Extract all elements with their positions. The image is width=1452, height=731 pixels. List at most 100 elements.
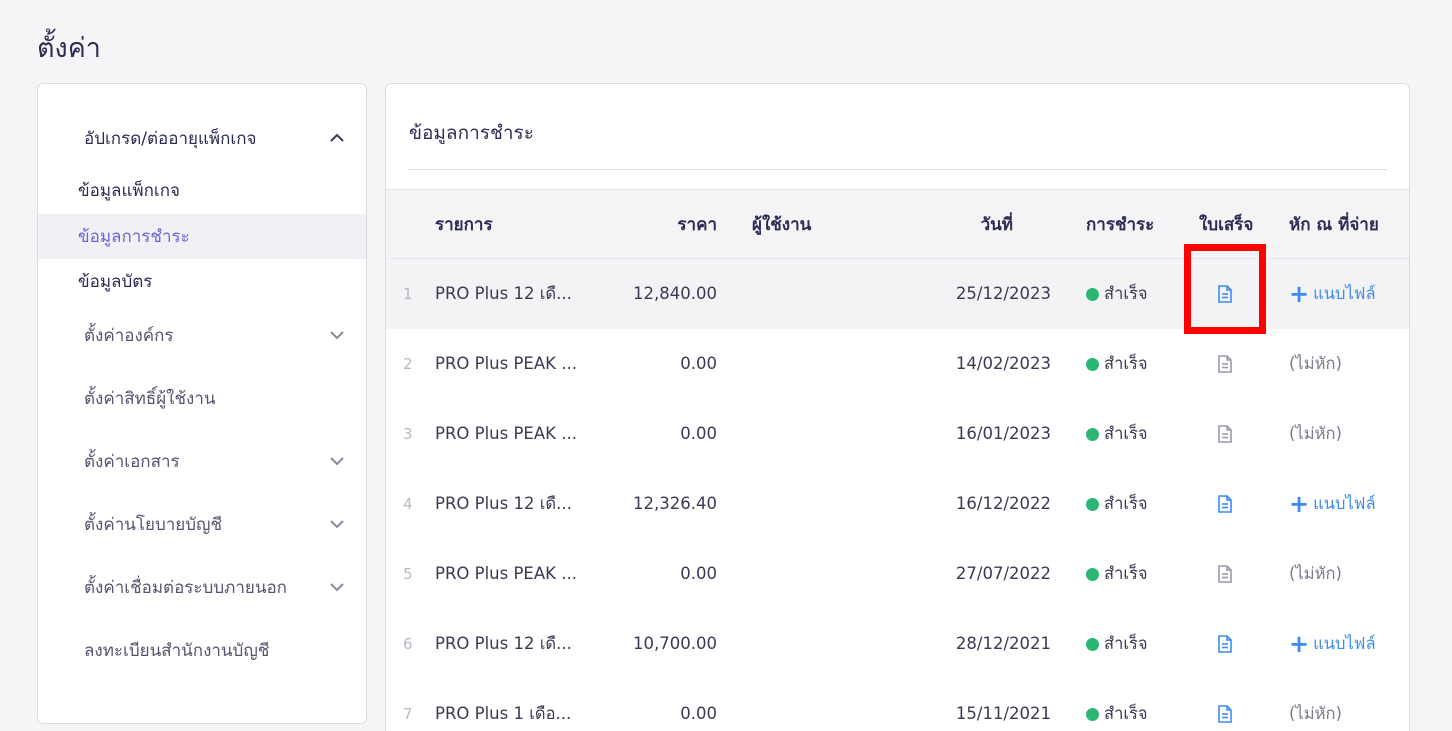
receipt-document-icon bbox=[1218, 705, 1232, 723]
plus-icon: + bbox=[1289, 490, 1310, 518]
wht-none-text: (ไม่หัก) bbox=[1289, 354, 1342, 373]
attach-file-label: แนบไฟล์ bbox=[1313, 284, 1376, 303]
table-row: 6 PRO Plus 12 เดื... 10,700.00 28/12/2021 สำ… bbox=[386, 609, 1409, 679]
sidebar-group-label: ลงทะเบียนสำนักงานบัญชี bbox=[84, 640, 270, 661]
sidebar-item-payment-info[interactable]: ข้อมูลการชำระ bbox=[38, 214, 366, 259]
status-dot bbox=[1086, 637, 1099, 651]
payment-status-label: สำเร็จ bbox=[1104, 564, 1148, 583]
sidebar-item-label: ข้อมูลบัตร bbox=[78, 272, 153, 292]
attach-file-link[interactable]: + แนบไฟล์ bbox=[1289, 609, 1376, 679]
receipt-button[interactable] bbox=[1215, 329, 1235, 399]
sidebar-group-label: ตั้งค่าองค์กร bbox=[84, 325, 174, 346]
row-number: 1 bbox=[403, 285, 413, 303]
price-value: 12,840.00 bbox=[633, 284, 717, 303]
status-dot bbox=[1086, 707, 1099, 721]
date-value: 16/12/2022 bbox=[955, 494, 1051, 513]
table-row: 5 PRO Plus PEAK ... 0.00 27/07/2022 สำเร็จ (ไ… bbox=[386, 539, 1409, 609]
sidebar-group-accounting-policy[interactable]: ตั้งค่านโยบายบัญชี bbox=[38, 504, 366, 544]
row-number: 4 bbox=[403, 495, 413, 513]
chevron-down-icon bbox=[330, 520, 344, 529]
price-value: 0.00 bbox=[680, 354, 717, 373]
payment-status: สำเร็จ bbox=[1086, 469, 1148, 539]
receipt-document-icon bbox=[1218, 355, 1232, 373]
receipt-document-icon bbox=[1218, 635, 1232, 653]
chevron-down-icon bbox=[330, 457, 344, 466]
attach-file-link[interactable]: + แนบไฟล์ bbox=[1289, 259, 1376, 329]
payment-status: สำเร็จ bbox=[1086, 609, 1148, 679]
settings-sidebar: อัปเกรด/ต่ออายุแพ็กเกจ ข้อมูลแพ็กเกจ ข้อ… bbox=[37, 83, 367, 724]
receipt-document-icon bbox=[1218, 425, 1232, 443]
sidebar-item-package-info[interactable]: ข้อมูลแพ็กเกจ bbox=[38, 168, 366, 213]
wht-none-text: (ไม่หัก) bbox=[1289, 564, 1342, 583]
date-value: 16/01/2023 bbox=[955, 424, 1051, 443]
table-row: 2 PRO Plus PEAK ... 0.00 14/02/2023 สำเร็จ (ไ… bbox=[386, 329, 1409, 399]
item-name: PRO Plus PEAK ... bbox=[435, 354, 577, 373]
receipt-button[interactable] bbox=[1215, 679, 1235, 731]
status-dot bbox=[1086, 497, 1099, 511]
status-dot bbox=[1086, 567, 1099, 581]
receipt-button[interactable] bbox=[1215, 609, 1235, 679]
payment-status: สำเร็จ bbox=[1086, 679, 1148, 731]
table-row: 4 PRO Plus 12 เดื... 12,326.40 16/12/2022 สำ… bbox=[386, 469, 1409, 539]
chevron-down-icon bbox=[330, 583, 344, 592]
attach-file-link[interactable]: + แนบไฟล์ bbox=[1289, 469, 1376, 539]
row-number: 2 bbox=[403, 355, 413, 373]
sidebar-group-documents[interactable]: ตั้งค่าเอกสาร bbox=[38, 441, 366, 481]
date-value: 28/12/2021 bbox=[955, 634, 1051, 653]
column-header-user: ผู้ใช้งาน bbox=[752, 215, 812, 235]
receipt-button[interactable] bbox=[1215, 539, 1235, 609]
plus-icon: + bbox=[1289, 280, 1310, 308]
date-value: 27/07/2022 bbox=[955, 564, 1051, 583]
item-name: PRO Plus 12 เดื... bbox=[435, 634, 572, 653]
sidebar-item-label: ข้อมูลแพ็กเกจ bbox=[78, 181, 180, 201]
price-value: 0.00 bbox=[680, 424, 717, 443]
highlight-annotation-box bbox=[1184, 244, 1266, 334]
item-name: PRO Plus PEAK ... bbox=[435, 564, 577, 583]
attach-file-label: แนบไฟล์ bbox=[1313, 494, 1376, 513]
sidebar-item-label: ข้อมูลการชำระ bbox=[78, 227, 190, 247]
row-number: 7 bbox=[403, 705, 413, 723]
payment-status-label: สำเร็จ bbox=[1104, 634, 1148, 653]
sidebar-group-integrations[interactable]: ตั้งค่าเชื่อมต่อระบบภายนอก bbox=[38, 567, 366, 607]
payment-status: สำเร็จ bbox=[1086, 539, 1148, 609]
sidebar-group-accounting-office[interactable]: ลงทะเบียนสำนักงานบัญชี bbox=[38, 630, 366, 670]
card-title: ข้อมูลการชำระ bbox=[409, 122, 534, 144]
sidebar-group-label: ตั้งค่าสิทธิ์ผู้ใช้งาน bbox=[84, 388, 216, 409]
sidebar-group-organization[interactable]: ตั้งค่าองค์กร bbox=[38, 315, 366, 355]
payment-status-label: สำเร็จ bbox=[1104, 494, 1148, 513]
receipt-button[interactable] bbox=[1215, 399, 1235, 469]
price-value: 12,326.40 bbox=[633, 494, 717, 513]
date-value: 14/02/2023 bbox=[955, 354, 1051, 373]
payment-status: สำเร็จ bbox=[1086, 329, 1148, 399]
sidebar-item-card-info[interactable]: ข้อมูลบัตร bbox=[38, 259, 366, 304]
chevron-down-icon bbox=[330, 331, 344, 340]
plus-icon: + bbox=[1289, 630, 1310, 658]
item-name: PRO Plus 12 เดื... bbox=[435, 494, 572, 513]
attach-file-label: แนบไฟล์ bbox=[1313, 634, 1376, 653]
table-row: 3 PRO Plus PEAK ... 0.00 16/01/2023 สำเร็จ (ไ… bbox=[386, 399, 1409, 469]
sidebar-group-package[interactable]: อัปเกรด/ต่ออายุแพ็กเกจ bbox=[38, 118, 366, 158]
item-name: PRO Plus PEAK ... bbox=[435, 424, 577, 443]
column-header-wht: หัก ณ ที่จ่าย bbox=[1289, 215, 1379, 235]
row-number: 3 bbox=[403, 425, 413, 443]
status-dot bbox=[1086, 427, 1099, 441]
table-row: 7 PRO Plus 1 เดือ... 0.00 15/11/2021 สำเร็จ (… bbox=[386, 679, 1409, 731]
item-name: PRO Plus 1 เดือ... bbox=[435, 704, 572, 723]
wht-none-text: (ไม่หัก) bbox=[1289, 424, 1342, 443]
item-name: PRO Plus 12 เดื... bbox=[435, 284, 572, 303]
sidebar-group-label: ตั้งค่านโยบายบัญชี bbox=[84, 514, 223, 535]
payment-status-label: สำเร็จ bbox=[1104, 354, 1148, 373]
date-value: 15/11/2021 bbox=[955, 704, 1051, 723]
wht-none-text: (ไม่หัก) bbox=[1289, 704, 1342, 723]
sidebar-group-label: ตั้งค่าเชื่อมต่อระบบภายนอก bbox=[84, 577, 287, 598]
sidebar-group-label: อัปเกรด/ต่ออายุแพ็กเกจ bbox=[84, 128, 257, 149]
payment-status-label: สำเร็จ bbox=[1104, 704, 1148, 723]
payment-status-label: สำเร็จ bbox=[1104, 424, 1148, 443]
chevron-up-icon bbox=[330, 133, 344, 142]
column-header-price: ราคา bbox=[677, 215, 717, 235]
divider bbox=[408, 169, 1387, 170]
receipt-button[interactable] bbox=[1215, 469, 1235, 539]
column-header-payment: การชำระ bbox=[1086, 215, 1155, 235]
status-dot bbox=[1086, 357, 1099, 371]
sidebar-group-user-permissions[interactable]: ตั้งค่าสิทธิ์ผู้ใช้งาน bbox=[38, 378, 366, 418]
